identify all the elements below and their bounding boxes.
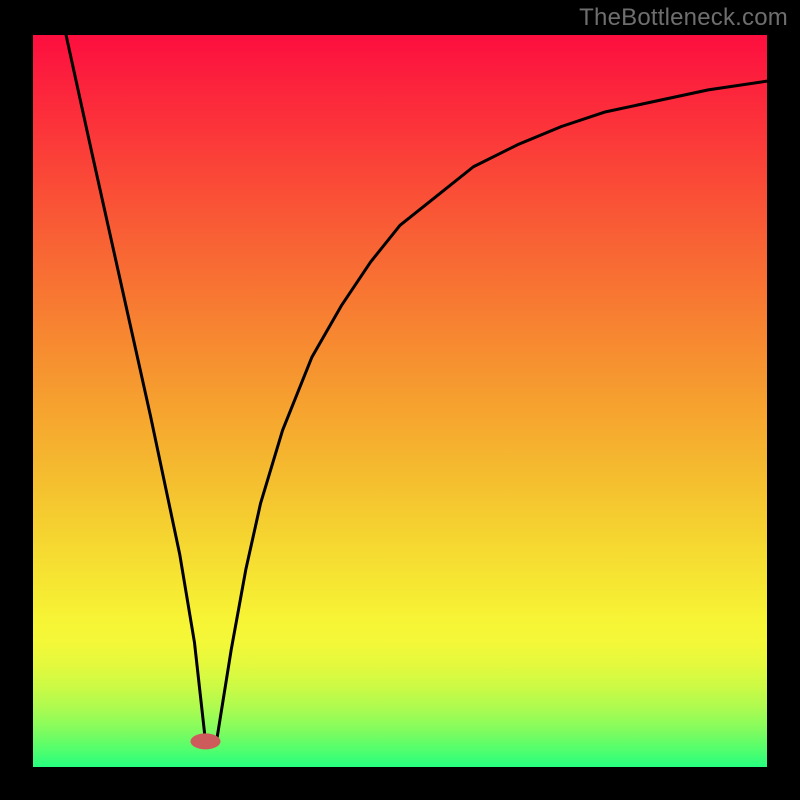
- bottleneck-chart: [0, 0, 800, 800]
- gradient-background: [33, 35, 767, 767]
- optimum-marker: [190, 733, 220, 749]
- chart-frame: TheBottleneck.com: [0, 0, 800, 800]
